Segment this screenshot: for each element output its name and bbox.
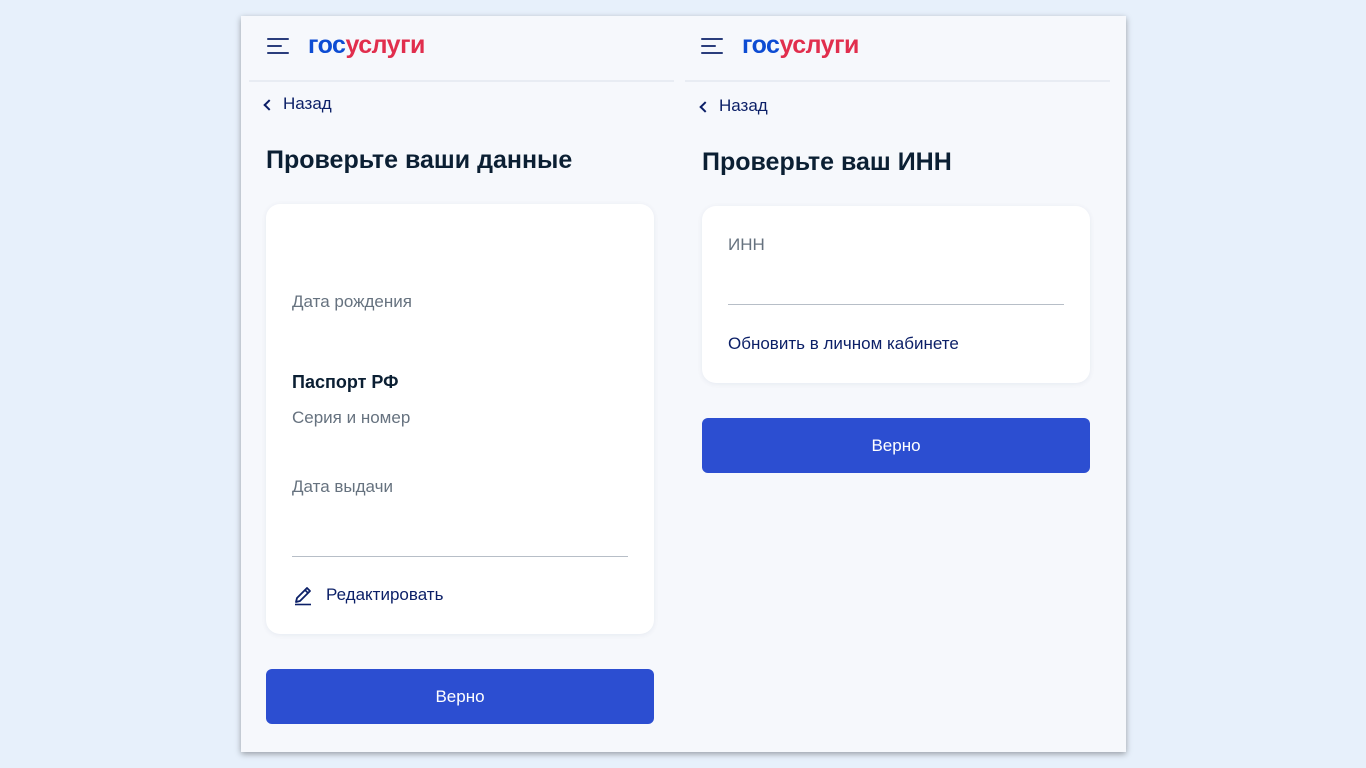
birth-date-label: Дата рождения xyxy=(292,292,412,311)
logo-text-uslugi: услуги xyxy=(779,31,859,59)
logo-text-gos: гос xyxy=(742,31,780,59)
personal-data-screen: госуслуги Назад Проверьте ваши данные Да… xyxy=(241,16,674,752)
issue-date-label: Дата выдачи xyxy=(292,477,393,496)
back-label: Назад xyxy=(283,94,332,113)
logo-text-uslugi: услуги xyxy=(345,31,425,59)
personal-data-card: Дата рождения Паспорт РФ Серия и номер Д… xyxy=(266,204,654,634)
chevron-left-icon xyxy=(699,100,711,113)
inn-card: ИНН Обновить в личном кабинете xyxy=(702,206,1090,383)
page-title: Проверьте ваши данные xyxy=(266,146,573,174)
back-link[interactable]: Назад xyxy=(699,96,768,116)
confirm-button[interactable]: Верно xyxy=(702,418,1090,473)
gosuslugi-logo[interactable]: госуслуги xyxy=(308,31,425,60)
passport-section-title: Паспорт РФ xyxy=(292,372,399,392)
screenshot-frame: госуслуги Назад Проверьте ваши данные Да… xyxy=(241,16,1126,752)
gosuslugi-logo[interactable]: госуслуги xyxy=(742,31,859,60)
update-in-account-link[interactable]: Обновить в личном кабинете xyxy=(728,334,959,354)
edit-link-label: Редактировать xyxy=(326,585,444,604)
header: госуслуги xyxy=(685,16,1110,82)
chevron-left-icon xyxy=(263,98,275,111)
hamburger-menu-icon[interactable] xyxy=(267,38,291,56)
inn-screen: госуслуги Назад Проверьте ваш ИНН ИНН Об… xyxy=(677,16,1110,752)
series-number-label: Серия и номер xyxy=(292,408,411,427)
hamburger-menu-icon[interactable] xyxy=(701,38,725,56)
page-title: Проверьте ваш ИНН xyxy=(702,148,952,176)
edit-link[interactable]: Редактировать xyxy=(292,584,443,606)
back-link[interactable]: Назад xyxy=(263,94,332,114)
inn-label: ИНН xyxy=(728,235,765,254)
update-link-label: Обновить в личном кабинете xyxy=(728,334,959,353)
pencil-icon xyxy=(295,587,311,606)
back-label: Назад xyxy=(719,96,768,115)
confirm-button[interactable]: Верно xyxy=(266,669,654,724)
logo-text-gos: гос xyxy=(308,31,346,59)
header: госуслуги xyxy=(249,16,674,82)
card-divider xyxy=(292,556,628,557)
inn-field-underline xyxy=(728,304,1064,305)
